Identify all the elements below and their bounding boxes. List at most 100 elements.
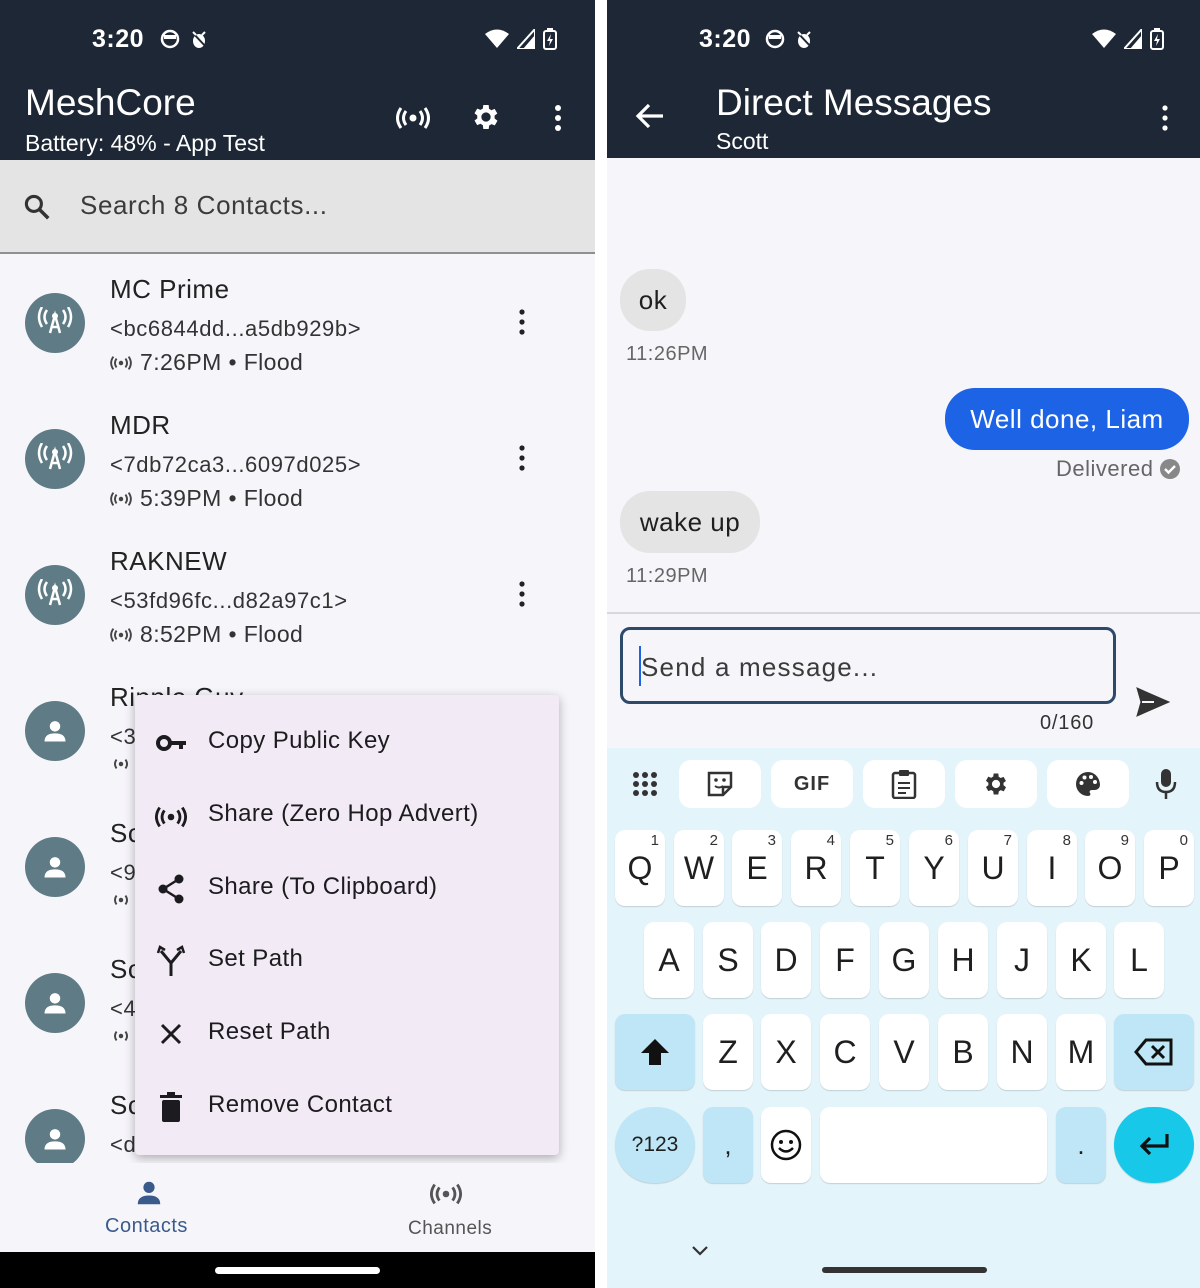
kbd-clipboard-button[interactable] [863,760,945,808]
key-w[interactable]: W2 [674,830,724,906]
key-h[interactable]: H [938,922,988,998]
contact-key: <bc6844dd...a5db929b> [110,316,362,341]
share-icon [158,874,184,904]
kbd-settings-button[interactable] [955,760,1037,808]
enter-icon [1139,1134,1169,1156]
menu-reset-path[interactable]: Reset Path [135,998,559,1070]
bug-icon [190,30,208,49]
broadcast-icon [110,491,132,506]
menu-copy-public-key[interactable]: Copy Public Key [135,707,559,779]
menu-share-zero-hop[interactable]: Share (Zero Hop Advert) [135,780,559,852]
arrow-back-icon [635,103,663,129]
divider [595,0,607,1288]
kbd-gif-button[interactable]: GIF [771,760,853,808]
key-l[interactable]: L [1114,922,1164,998]
key-o[interactable]: O9 [1085,830,1135,906]
key-j[interactable]: J [997,922,1047,998]
menu-set-path[interactable]: Set Path [135,925,559,997]
key-p[interactable]: P0 [1144,830,1194,906]
repeater-avatar [25,293,85,353]
contact-meta: 7:26PM • Flood [140,349,304,375]
contact-meta: 8:52PM • Flood [140,621,304,647]
broadcast-icon [114,758,128,770]
comma-key[interactable]: , [703,1107,753,1183]
nav-contacts[interactable]: Contacts [105,1163,195,1253]
nav-channels[interactable]: Channels [405,1163,495,1253]
key-g[interactable]: G [879,922,929,998]
contact-more-button[interactable] [510,444,534,484]
key-y[interactable]: Y6 [909,830,959,906]
person-icon [44,721,66,742]
battery-icon [1150,28,1164,50]
home-indicator[interactable] [822,1267,987,1273]
face-icon [160,29,180,49]
key-z[interactable]: Z [703,1014,753,1090]
settings-button[interactable] [467,98,505,136]
send-button[interactable] [1133,682,1173,722]
symbols-key[interactable]: ?123 [615,1107,695,1183]
key-n[interactable]: N [997,1014,1047,1090]
key-s[interactable]: S [703,922,753,998]
message-input[interactable]: Send a message... [620,627,1116,704]
key-r[interactable]: R4 [791,830,841,906]
message-bubble-outgoing[interactable]: Well done, Liam [945,388,1189,450]
kbd-voice-button[interactable] [1139,760,1193,808]
overflow-menu-button[interactable] [545,100,571,136]
bug-icon [795,30,813,49]
key-m[interactable]: M [1056,1014,1106,1090]
home-indicator[interactable] [215,1267,380,1274]
emoji-key[interactable] [761,1107,811,1183]
search-bar[interactable]: Search 8 Contacts... [0,160,595,254]
more-vert-icon [519,309,525,335]
check-circle-icon [1160,459,1181,479]
broadcast-icon [110,627,132,642]
menu-share-clipboard[interactable]: Share (To Clipboard) [135,853,559,925]
contact-more-button[interactable] [510,580,534,620]
contact-row[interactable]: MDR <7db72ca3...6097d025> 5:39PM • Flood [0,396,595,532]
key-u[interactable]: U7 [968,830,1018,906]
send-icon [1136,687,1170,717]
kbd-apps-button[interactable] [617,760,673,808]
face-icon [765,29,785,49]
more-vert-icon [519,581,525,607]
hide-keyboard-button[interactable] [687,1238,713,1264]
chat-title: Direct Messages [716,82,992,123]
contact-more-button[interactable] [510,308,534,348]
key-k[interactable]: K [1056,922,1106,998]
key-e[interactable]: E3 [732,830,782,906]
backspace-key[interactable] [1114,1014,1194,1090]
back-button[interactable] [632,98,668,134]
space-key[interactable] [820,1107,1047,1183]
enter-key[interactable] [1114,1107,1194,1183]
key-a[interactable]: A [644,922,694,998]
message-bubble-incoming[interactable]: wake up [620,491,760,553]
advert-button[interactable] [393,100,433,136]
message-bubble-incoming[interactable]: ok [620,269,686,331]
menu-remove-contact[interactable]: Remove Contact [135,1071,559,1143]
key-x[interactable]: X [761,1014,811,1090]
contact-key: <3 [110,724,137,749]
broadcast-icon [114,1030,128,1042]
message-time: 11:29PM [626,565,709,587]
key-c[interactable]: C [820,1014,870,1090]
kbd-sticker-button[interactable] [679,760,761,808]
sticker-icon [707,771,733,797]
period-key[interactable]: . [1056,1107,1106,1183]
contact-row[interactable]: MC Prime <bc6844dd...a5db929b> 7:26PM • … [0,260,595,396]
person-icon [44,1129,66,1150]
overflow-menu-button[interactable] [1152,100,1178,136]
key-i[interactable]: I8 [1027,830,1077,906]
shift-key[interactable] [615,1014,695,1090]
key-b[interactable]: B [938,1014,988,1090]
key-t[interactable]: T5 [850,830,900,906]
contact-key: <4 [110,996,137,1021]
key-f[interactable]: F [820,922,870,998]
key-d[interactable]: D [761,922,811,998]
search-input[interactable]: Search 8 Contacts... [80,190,328,221]
kbd-theme-button[interactable] [1047,760,1129,808]
key-v[interactable]: V [879,1014,929,1090]
contact-key: <7db72ca3...6097d025> [110,452,362,477]
more-vert-icon [1162,105,1168,131]
key-q[interactable]: Q1 [615,830,665,906]
contact-row[interactable]: RAKNEW <53fd96fc...d82a97c1> 8:52PM • Fl… [0,532,595,668]
